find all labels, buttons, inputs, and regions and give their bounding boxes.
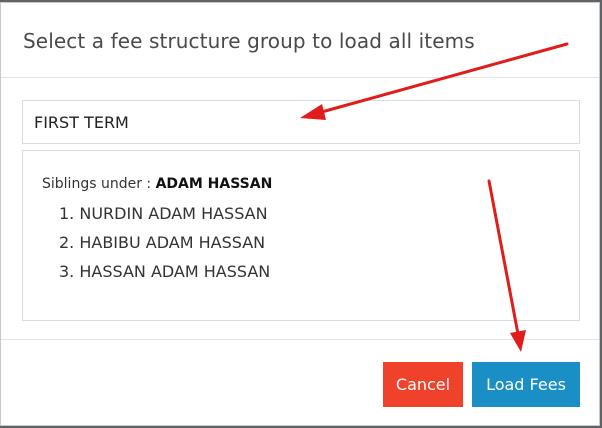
- siblings-panel: Siblings under : ADAM HASSAN 1. NURDIN A…: [22, 150, 580, 321]
- fee-group-select[interactable]: FIRST TERM: [22, 100, 580, 144]
- siblings-parent-name: ADAM HASSAN: [155, 176, 273, 192]
- modal-title: Select a fee structure group to load all…: [23, 29, 475, 53]
- modal-header: Select a fee structure group to load all…: [1, 3, 599, 78]
- load-fees-button[interactable]: Load Fees: [472, 362, 580, 407]
- list-item: 1. NURDIN ADAM HASSAN: [59, 204, 268, 223]
- modal-footer: Cancel Load Fees: [1, 339, 599, 427]
- siblings-list: 1. NURDIN ADAM HASSAN 2. HABIBU ADAM HAS…: [59, 199, 270, 286]
- siblings-heading: Siblings under : ADAM HASSAN: [42, 176, 272, 192]
- fee-group-selected-value: FIRST TERM: [34, 113, 129, 132]
- list-item: 2. HABIBU ADAM HASSAN: [59, 233, 266, 252]
- siblings-prefix: Siblings under :: [42, 176, 156, 192]
- list-item: 3. HASSAN ADAM HASSAN: [59, 262, 271, 281]
- cancel-button[interactable]: Cancel: [383, 362, 463, 407]
- fee-group-modal: Select a fee structure group to load all…: [0, 2, 600, 426]
